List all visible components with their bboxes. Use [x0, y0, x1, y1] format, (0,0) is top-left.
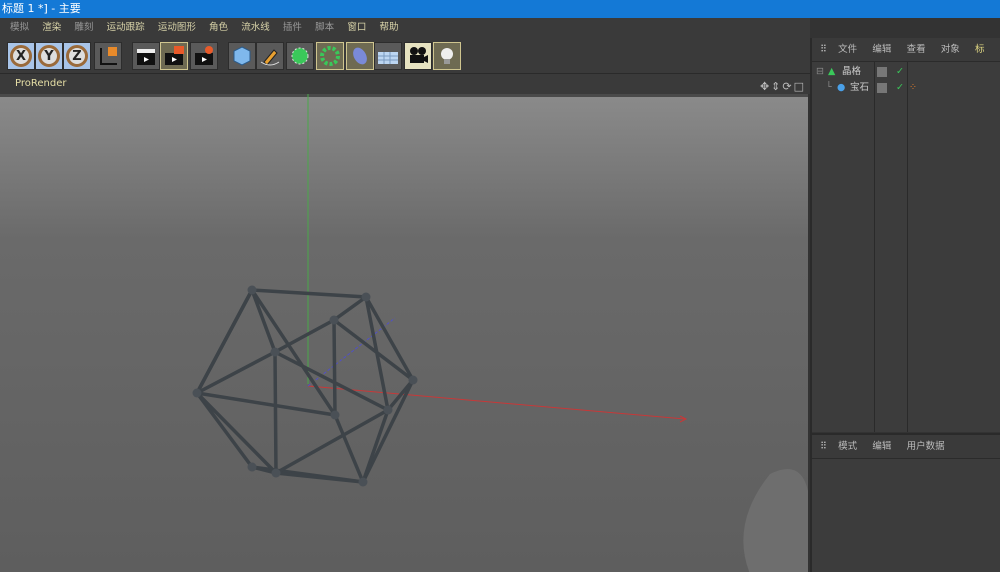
attributes-panel: ⠿ 模式 编辑 用户数据 — [812, 433, 1000, 572]
tab-view[interactable]: 查看 — [907, 44, 926, 55]
cube-icon — [233, 46, 251, 66]
light-button[interactable] — [433, 42, 461, 70]
subdivision-button[interactable] — [286, 42, 314, 70]
objects-tabs: ⠿ 文件 编辑 查看 对象 标签 书签 — [812, 38, 1000, 79]
camera-icon — [410, 47, 428, 63]
menu-character[interactable]: 角色 — [209, 22, 228, 33]
grip-icon[interactable]: ⠿ — [820, 441, 827, 452]
floor-button[interactable] — [374, 42, 402, 70]
object-row-lattice[interactable]: ⊟ ▲ 晶格 ✓ — [812, 64, 1000, 80]
lock-x-button[interactable]: X — [7, 42, 35, 70]
lock-y-button[interactable]: Y — [35, 42, 63, 70]
render-settings-button[interactable] — [190, 42, 218, 70]
menu-motion-tracking[interactable]: 运动跟踪 — [107, 22, 145, 33]
lattice-icon: ▲ — [828, 66, 836, 77]
object-list: ⊟ ▲ 晶格 ✓ └ ● 宝石 ✓ ⁘ — [812, 62, 1000, 432]
menu-mograph[interactable]: 运动图形 — [158, 22, 196, 33]
object-row-gem[interactable]: └ ● 宝石 ✓ ⁘ — [812, 80, 1000, 96]
render-view-button[interactable] — [132, 42, 160, 70]
toolbar: X Y Z — [0, 38, 810, 74]
collapse-icon[interactable]: ⊟ — [816, 64, 824, 80]
subdivision-icon — [291, 47, 309, 65]
window-title: 标题 1 *] - 主要 — [2, 2, 81, 15]
clapboard-icon — [137, 49, 155, 65]
pen-button[interactable] — [256, 42, 284, 70]
maximize-icon[interactable]: □ — [794, 80, 806, 93]
menu-sculpt[interactable]: 雕刻 — [74, 22, 93, 33]
enabled-check-icon[interactable]: ✓ — [896, 64, 904, 80]
pen-icon — [260, 49, 280, 66]
title-bar: 标题 1 *] - 主要 — [0, 0, 1000, 18]
rotate-icon[interactable]: ⟳ — [782, 80, 793, 93]
tab-file[interactable]: 文件 — [838, 44, 857, 55]
menu-bar: 模拟 渲染 雕刻 运动跟踪 运动图形 角色 流水线 插件 脚本 窗口 帮助 — [0, 18, 810, 38]
tab-object[interactable]: 对象 — [941, 44, 960, 55]
x-axis-line — [307, 385, 686, 420]
enabled-check-icon[interactable]: ✓ — [896, 80, 904, 96]
visibility-icon[interactable] — [877, 67, 887, 77]
menu-pipeline[interactable]: 流水线 — [241, 22, 270, 33]
visibility-icon[interactable] — [877, 83, 887, 93]
light-bulb-icon — [441, 48, 453, 64]
tab-edit[interactable]: 编辑 — [872, 44, 891, 55]
coordinate-system-icon — [100, 47, 117, 65]
watermark-shape — [743, 469, 808, 572]
tab-user-data[interactable]: 用户数据 — [907, 441, 945, 452]
gem-icon: ● — [837, 82, 846, 93]
lock-z-button[interactable]: Z — [63, 42, 91, 70]
column-divider — [874, 62, 875, 432]
menu-simulate[interactable]: 模拟 — [10, 22, 29, 33]
y-axis-icon: Y — [38, 45, 60, 67]
icosahedron-wireframe — [194, 288, 415, 484]
z-axis-icon: Z — [66, 45, 88, 67]
menu-help[interactable]: 帮助 — [380, 22, 399, 33]
phong-tag-icon[interactable]: ⁘ — [909, 80, 917, 96]
camera-button[interactable] — [404, 42, 432, 70]
tree-line: └ — [826, 82, 832, 93]
render-picture-viewer-button[interactable] — [160, 42, 188, 70]
move-icon[interactable]: ✥ — [760, 80, 771, 93]
right-panel: ⠿ 文件 编辑 查看 对象 标签 书签 ⊟ ▲ 晶格 ✓ └ ● 宝石 ✓ ⁘ … — [810, 38, 1000, 572]
object-name[interactable]: 宝石 — [850, 80, 869, 96]
clapboard-gear-icon — [195, 46, 213, 65]
mograph-cloner-button[interactable] — [316, 42, 344, 70]
tab-mode[interactable]: 模式 — [838, 441, 857, 452]
coordinate-system-button[interactable] — [94, 42, 122, 70]
viewport-header: ProRender ✥⇕⟳□ — [0, 74, 810, 94]
attributes-tabs: ⠿ 模式 编辑 用户数据 — [812, 435, 1000, 459]
column-divider — [907, 62, 908, 432]
x-axis-icon: X — [10, 45, 32, 67]
menu-window[interactable]: 窗口 — [347, 22, 366, 33]
zoom-icon[interactable]: ⇕ — [771, 80, 782, 93]
menu-script[interactable]: 脚本 — [315, 22, 334, 33]
prorender-menu[interactable]: ProRender — [15, 78, 66, 89]
floor-icon — [378, 52, 398, 64]
3d-viewport[interactable] — [0, 94, 808, 572]
deformer-button[interactable] — [346, 42, 374, 70]
object-name[interactable]: 晶格 — [842, 64, 861, 80]
clapboard-render-icon — [165, 46, 184, 65]
tab-edit[interactable]: 编辑 — [872, 441, 891, 452]
deformer-icon — [353, 47, 367, 65]
cube-button[interactable] — [228, 42, 256, 70]
cloner-icon — [320, 46, 340, 66]
menu-plugins[interactable]: 插件 — [283, 22, 302, 33]
menu-render[interactable]: 渲染 — [42, 22, 61, 33]
scene — [192, 94, 808, 572]
grip-icon[interactable]: ⠿ — [820, 44, 827, 55]
